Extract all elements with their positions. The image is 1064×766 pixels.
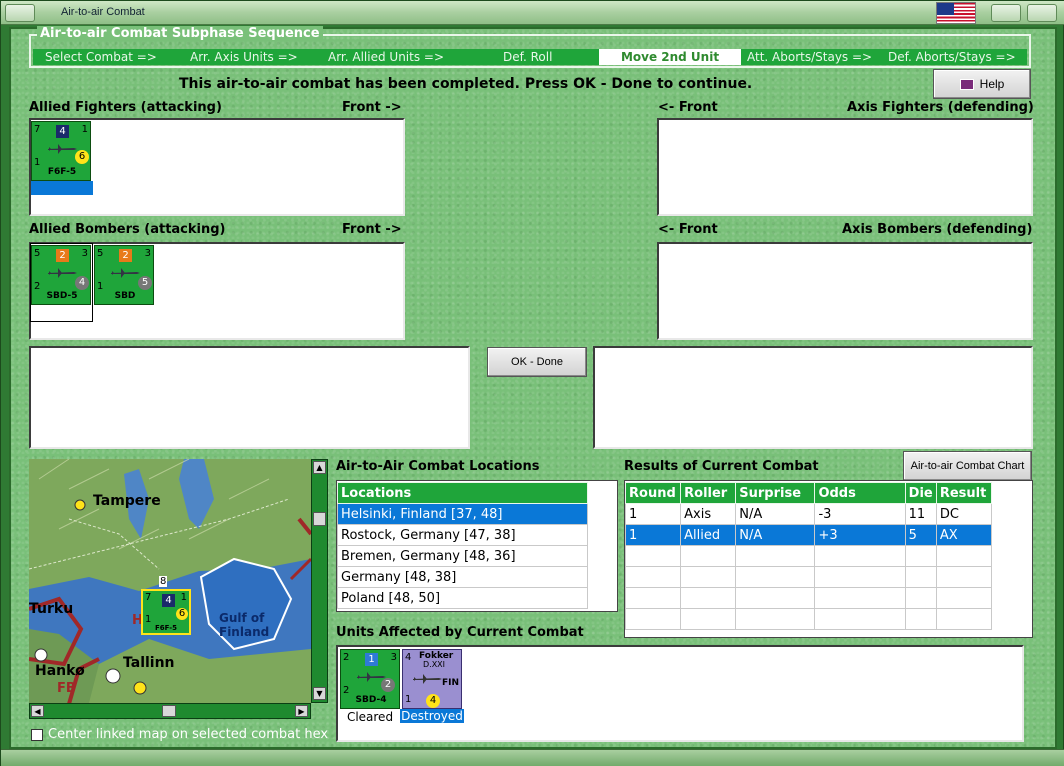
ok-done-button[interactable]: OK - Done	[487, 347, 587, 377]
selected-unit-highlight	[31, 181, 93, 195]
help-button[interactable]: Help	[933, 69, 1031, 99]
sbd4-counter[interactable]: 2 1 3 2 2 SBD-4	[340, 649, 400, 709]
empty-row	[624, 566, 993, 588]
map-label-fb: FB	[57, 681, 76, 696]
map-label-gulf: Gulf of Finland	[219, 611, 270, 639]
col-roller: Roller	[680, 482, 737, 504]
vertical-scroll-thumb[interactable]	[313, 512, 326, 526]
location-row[interactable]: Rostock, Germany [47, 38]	[337, 524, 588, 546]
destroyed-caption: Destroyed	[400, 709, 464, 723]
axis-reserve-panel[interactable]	[593, 346, 1033, 449]
map-label-tampere: Tampere	[93, 493, 161, 509]
step-arr-axis: Arr. Axis Units =>	[190, 50, 298, 64]
axis-fighters-label: Axis Fighters (defending)	[847, 100, 1034, 115]
us-flag-icon	[936, 2, 976, 24]
step-arr-allied: Arr. Allied Units =>	[328, 50, 445, 64]
empty-row	[624, 608, 993, 630]
step-def-aborts: Def. Aborts/Stays =>	[888, 50, 1016, 64]
center-map-checkbox[interactable]	[31, 729, 43, 741]
map-label-hanko: Hankø	[35, 663, 85, 679]
result-row[interactable]: 1 Allied N/A +3 5 AX	[624, 524, 993, 546]
locations-header: Locations	[337, 482, 588, 504]
map-unit-counter[interactable]: 7 4 1 1 6 F6F-5	[141, 589, 191, 635]
cleared-caption: Cleared	[346, 710, 394, 724]
status-message: This air-to-air combat has been complete…	[179, 76, 753, 92]
allied-reserve-panel[interactable]	[29, 346, 470, 449]
allied-fighters-label: Allied Fighters (attacking)	[29, 100, 222, 115]
scroll-up-button[interactable]: ▲	[313, 461, 326, 474]
map-label-tallinn: Tallinn	[123, 655, 175, 671]
scroll-down-button[interactable]: ▼	[313, 687, 326, 700]
fokker-counter[interactable]: Fokker D.XXI 4 FIN 1 4	[402, 649, 462, 709]
location-row[interactable]: Bremen, Germany [48, 36]	[337, 545, 588, 567]
col-surprise: Surprise	[735, 482, 816, 504]
fighter-plane-icon	[413, 674, 442, 684]
fighter-plane-icon	[48, 144, 77, 154]
col-round: Round	[624, 482, 682, 504]
col-die: Die	[904, 482, 937, 504]
results-title: Results of Current Combat	[624, 459, 819, 474]
col-result: Result	[935, 482, 993, 504]
scroll-left-button[interactable]: ◀	[31, 705, 44, 717]
bottom-frame	[1, 749, 1064, 766]
locations-table: Locations Helsinki, Finland [37, 48] Ros…	[337, 482, 588, 609]
allied-bombers-front: Front ->	[342, 222, 402, 237]
step-def-roll: Def. Roll	[503, 50, 553, 64]
sbd5-counter[interactable]: 5 2 3 2 4 SBD-5	[31, 245, 91, 305]
title-bar: Air-to-air Combat	[1, 1, 1064, 25]
left-frame	[1, 27, 9, 749]
sbd-counter[interactable]: 5 2 3 1 5 SBD	[94, 245, 154, 305]
locations-title: Air-to-Air Combat Locations	[336, 459, 540, 474]
location-row[interactable]: Helsinki, Finland [37, 48]	[337, 503, 588, 525]
book-icon	[959, 79, 974, 91]
empty-row	[624, 587, 993, 609]
axis-bombers-panel[interactable]	[657, 242, 1033, 340]
system-menu-button[interactable]	[5, 4, 35, 22]
result-row[interactable]: 1 Axis N/A -3 11 DC	[624, 503, 993, 525]
allied-bombers-label: Allied Bombers (attacking)	[29, 222, 226, 237]
map-horizontal-scrollbar[interactable]: ◀ ▶	[29, 703, 311, 719]
location-row[interactable]: Germany [48, 38]	[337, 566, 588, 588]
affected-title: Units Affected by Current Combat	[336, 625, 584, 640]
map-stack-count: 8	[159, 576, 168, 587]
allied-fighters-front: Front ->	[342, 100, 402, 115]
combat-chart-button[interactable]: Air-to-air Combat Chart	[903, 451, 1032, 481]
step-move-2nd-unit: Move 2nd Unit	[599, 49, 741, 65]
location-row[interactable]: Poland [48, 50]	[337, 587, 588, 609]
center-map-label: Center linked map on selected combat hex	[48, 727, 329, 742]
axis-bombers-label: Axis Bombers (defending)	[842, 222, 1033, 237]
step-att-aborts: Att. Aborts/Stays =>	[747, 50, 873, 64]
axis-bombers-front: <- Front	[658, 222, 718, 237]
close-button[interactable]	[1027, 4, 1057, 22]
map-label-turku: Turku	[29, 601, 74, 617]
empty-row	[624, 545, 993, 567]
results-table: Round Roller Surprise Odds Die Result 1A…	[624, 482, 993, 630]
axis-fighters-front: <- Front	[658, 100, 718, 115]
window-title: Air-to-air Combat	[61, 6, 145, 18]
map-vertical-scrollbar[interactable]: ▲ ▼	[311, 459, 328, 703]
horizontal-scroll-thumb[interactable]	[162, 705, 176, 717]
window: Air-to-air Combat Air-to-air Combat Subp…	[0, 0, 1064, 766]
bomber-plane-icon	[111, 268, 140, 278]
linked-map[interactable]: Tampere Turku Gulf of Finland Hankø FB T…	[29, 459, 311, 703]
scroll-right-button[interactable]: ▶	[295, 705, 308, 717]
help-label: Help	[979, 77, 1005, 91]
bomber-plane-icon	[48, 268, 77, 278]
axis-fighters-panel[interactable]	[657, 118, 1033, 216]
f6f-counter[interactable]: 7 4 1 1 6 F6F-5	[31, 121, 91, 181]
step-select-combat: Select Combat =>	[45, 50, 157, 64]
minimize-button[interactable]	[991, 4, 1021, 22]
col-odds: Odds	[814, 482, 906, 504]
subphase-legend: Air-to-air Combat Subphase Sequence	[37, 26, 323, 41]
